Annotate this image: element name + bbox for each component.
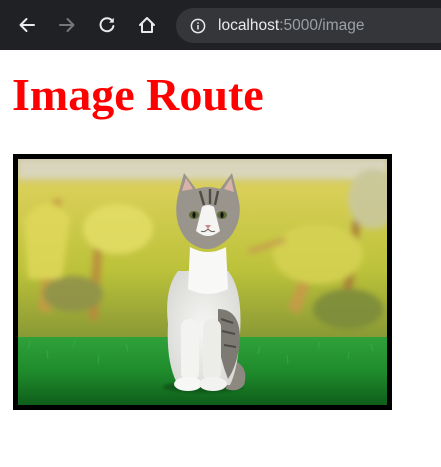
arrow-right-icon — [59, 18, 75, 32]
page-content: Image Route — [0, 50, 441, 467]
home-button[interactable] — [134, 12, 160, 38]
reload-icon — [99, 17, 115, 33]
back-button[interactable] — [14, 12, 40, 38]
reload-button[interactable] — [94, 12, 120, 38]
kitten-photo — [18, 159, 387, 405]
forward-button[interactable] — [54, 12, 80, 38]
info-icon[interactable] — [190, 18, 206, 34]
url-host: localhost — [218, 16, 280, 34]
browser-toolbar: localhost:5000/image — [0, 0, 441, 50]
url-text: localhost:5000/image — [218, 17, 365, 35]
url-path: :5000/image — [279, 16, 365, 34]
kitten-image — [13, 154, 392, 410]
arrow-left-icon — [19, 18, 35, 32]
page-heading: Image Route — [12, 69, 264, 120]
address-bar[interactable]: localhost:5000/image — [176, 8, 441, 43]
home-icon — [139, 17, 155, 33]
